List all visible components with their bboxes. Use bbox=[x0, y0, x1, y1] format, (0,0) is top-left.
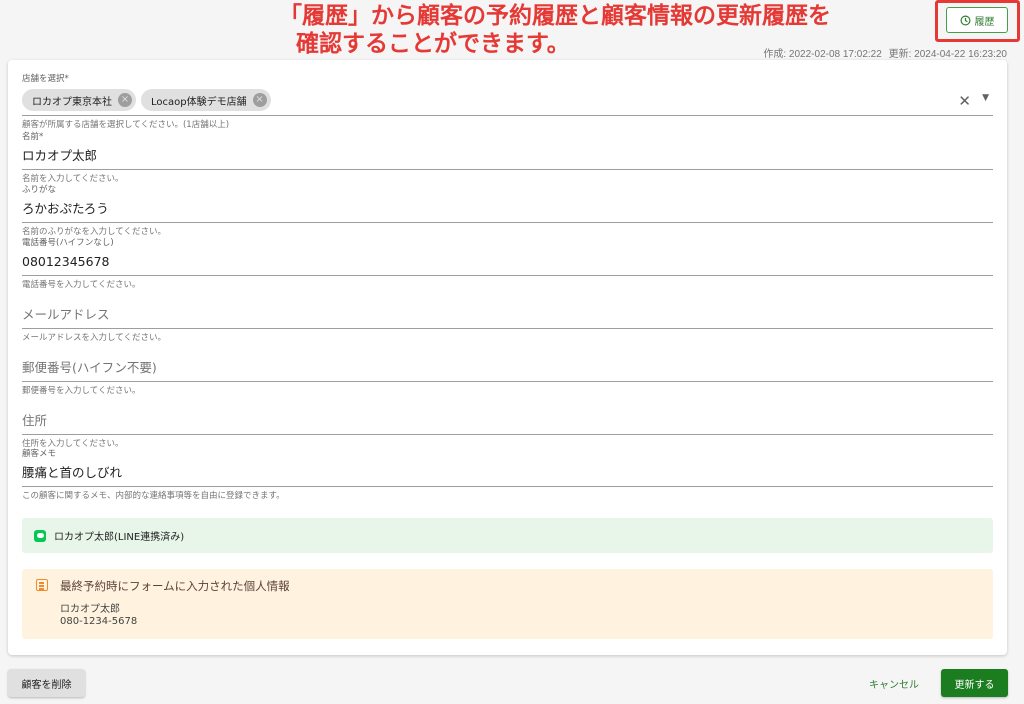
name-field: 名前* ロカオプ太郎 名前を入力してください。 bbox=[22, 132, 993, 185]
memo-hint: この顧客に関するメモ、内部的な連絡事項等を自由に登録できます。 bbox=[22, 491, 285, 501]
customer-form-card: 店舗を選択* ロカオプ東京本社 × Locaop体験デモ店舗 × ✕ ▼ 顧客が… bbox=[8, 60, 1007, 655]
last-reservation-info: 最終予約時にフォームに入力された個人情報 ロカオプ太郎 080-1234-567… bbox=[22, 569, 993, 639]
store-select-label: 店舗を選択* bbox=[22, 74, 69, 84]
clock-icon bbox=[960, 15, 970, 25]
address-input[interactable]: 住所 bbox=[22, 408, 993, 435]
history-button[interactable]: 履歴 bbox=[946, 7, 1008, 33]
email-input[interactable]: メールアドレス bbox=[22, 302, 993, 329]
chip-remove-icon[interactable]: × bbox=[252, 93, 267, 107]
timestamps: 作成: 2022-02-08 17:02:22 更新: 2024-04-22 1… bbox=[759, 45, 1007, 60]
updated-timestamp: 更新: 2024-04-22 16:23:20 bbox=[888, 49, 1007, 60]
store-chip-1: ロカオプ東京本社 × bbox=[22, 89, 136, 111]
store-chip-label: ロカオプ東京本社 bbox=[32, 96, 112, 108]
history-button-label: 履歴 bbox=[974, 16, 995, 28]
store-chip-label: Locaop体験デモ店舗 bbox=[151, 96, 247, 108]
update-button[interactable]: 更新する bbox=[941, 669, 1008, 697]
last-reservation-title: 最終予約時にフォームに入力された個人情報 bbox=[60, 579, 290, 593]
chevron-down-icon[interactable]: ▼ bbox=[982, 93, 989, 103]
cancel-button[interactable]: キャンセル bbox=[858, 669, 930, 697]
phone-hint: 電話番号を入力してください。 bbox=[22, 280, 141, 290]
furigana-label: ふりがな bbox=[22, 185, 57, 195]
line-icon bbox=[34, 529, 46, 542]
postal-hint: 郵便番号を入力してください。 bbox=[22, 386, 141, 396]
store-select-field: 店舗を選択* ロカオプ東京本社 × Locaop体験デモ店舗 × ✕ ▼ 顧客が… bbox=[22, 74, 993, 131]
last-reservation-phone: 080-1234-5678 bbox=[60, 616, 138, 627]
memo-field: 顧客メモ 腰痛と首のしびれ この顧客に関するメモ、内部的な連絡事項等を自由に登録… bbox=[22, 449, 993, 502]
list-icon bbox=[36, 579, 48, 591]
phone-input[interactable]: 08012345678 bbox=[22, 249, 993, 276]
email-field: メールアドレス メールアドレスを入力してください。 bbox=[22, 291, 993, 344]
phone-field: 電話番号(ハイフンなし) 08012345678 電話番号を入力してください。 bbox=[22, 238, 993, 291]
memo-input[interactable]: 腰痛と首のしびれ bbox=[22, 460, 993, 487]
postal-input[interactable]: 郵便番号(ハイフン不要) bbox=[22, 355, 993, 382]
name-hint: 名前を入力してください。 bbox=[22, 174, 124, 184]
clear-icon[interactable]: ✕ bbox=[958, 92, 971, 110]
email-hint: メールアドレスを入力してください。 bbox=[22, 333, 166, 343]
annotation-line-1: 「履歴」から顧客の予約履歴と顧客情報の更新履歴を bbox=[279, 3, 831, 29]
postal-field: 郵便番号(ハイフン不要) 郵便番号を入力してください。 bbox=[22, 344, 993, 397]
last-reservation-name: ロカオプ太郎 bbox=[60, 604, 120, 615]
name-input[interactable]: ロカオプ太郎 bbox=[22, 143, 993, 170]
furigana-input[interactable]: ろかおぷたろう bbox=[22, 196, 993, 223]
delete-customer-button[interactable]: 顧客を削除 bbox=[8, 669, 85, 697]
furigana-field: ふりがな ろかおぷたろう 名前のふりがなを入力してください。 bbox=[22, 185, 993, 238]
chip-remove-icon[interactable]: × bbox=[118, 93, 132, 107]
created-timestamp: 作成: 2022-02-08 17:02:22 bbox=[763, 49, 882, 60]
store-chip-2: Locaop体験デモ店舗 × bbox=[141, 89, 271, 111]
name-label: 名前* bbox=[22, 132, 44, 142]
memo-label: 顧客メモ bbox=[22, 449, 57, 459]
phone-label: 電話番号(ハイフンなし) bbox=[22, 238, 114, 248]
store-select-hint: 顧客が所属する店舗を選択してください。(1店舗以上) bbox=[22, 120, 230, 130]
store-select[interactable]: ロカオプ東京本社 × Locaop体験デモ店舗 × ✕ ▼ bbox=[22, 85, 993, 116]
address-field: 住所 住所を入力してください。 bbox=[22, 397, 993, 450]
line-status-text: ロカオプ太郎(LINE連携済み) bbox=[54, 532, 185, 543]
furigana-hint: 名前のふりがなを入力してください。 bbox=[22, 227, 166, 237]
line-status-box: ロカオプ太郎(LINE連携済み) bbox=[22, 518, 993, 553]
